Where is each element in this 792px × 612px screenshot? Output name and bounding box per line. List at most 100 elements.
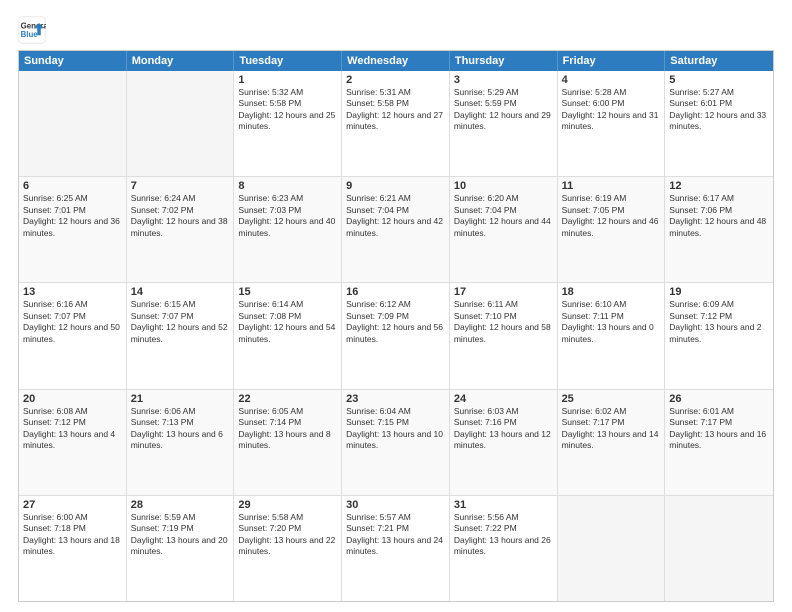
day-number: 11	[562, 180, 661, 192]
cell-info: Sunrise: 5:28 AM Sunset: 6:00 PM Dayligh…	[562, 87, 661, 133]
day-cell-23: 23Sunrise: 6:04 AM Sunset: 7:15 PM Dayli…	[342, 390, 450, 495]
day-cell-11: 11Sunrise: 6:19 AM Sunset: 7:05 PM Dayli…	[558, 177, 666, 282]
cell-info: Sunrise: 6:16 AM Sunset: 7:07 PM Dayligh…	[23, 299, 122, 345]
cell-info: Sunrise: 6:00 AM Sunset: 7:18 PM Dayligh…	[23, 512, 122, 558]
calendar-row-2: 13Sunrise: 6:16 AM Sunset: 7:07 PM Dayli…	[19, 282, 773, 388]
cell-info: Sunrise: 6:24 AM Sunset: 7:02 PM Dayligh…	[131, 193, 230, 239]
cell-info: Sunrise: 6:11 AM Sunset: 7:10 PM Dayligh…	[454, 299, 553, 345]
day-number: 18	[562, 286, 661, 298]
day-number: 13	[23, 286, 122, 298]
day-cell-4: 4Sunrise: 5:28 AM Sunset: 6:00 PM Daylig…	[558, 71, 666, 176]
day-number: 12	[669, 180, 769, 192]
cell-info: Sunrise: 6:17 AM Sunset: 7:06 PM Dayligh…	[669, 193, 769, 239]
cell-info: Sunrise: 5:57 AM Sunset: 7:21 PM Dayligh…	[346, 512, 445, 558]
cell-info: Sunrise: 5:32 AM Sunset: 5:58 PM Dayligh…	[238, 87, 337, 133]
cell-info: Sunrise: 6:20 AM Sunset: 7:04 PM Dayligh…	[454, 193, 553, 239]
day-number: 5	[669, 74, 769, 86]
cell-info: Sunrise: 6:14 AM Sunset: 7:08 PM Dayligh…	[238, 299, 337, 345]
day-cell-6: 6Sunrise: 6:25 AM Sunset: 7:01 PM Daylig…	[19, 177, 127, 282]
cell-info: Sunrise: 6:03 AM Sunset: 7:16 PM Dayligh…	[454, 406, 553, 452]
day-cell-3: 3Sunrise: 5:29 AM Sunset: 5:59 PM Daylig…	[450, 71, 558, 176]
page: General Blue SundayMondayTuesdayWednesda…	[0, 0, 792, 612]
day-number: 14	[131, 286, 230, 298]
day-number: 19	[669, 286, 769, 298]
header-friday: Friday	[558, 51, 666, 71]
day-cell-21: 21Sunrise: 6:06 AM Sunset: 7:13 PM Dayli…	[127, 390, 235, 495]
day-cell-19: 19Sunrise: 6:09 AM Sunset: 7:12 PM Dayli…	[665, 283, 773, 388]
day-cell-5: 5Sunrise: 5:27 AM Sunset: 6:01 PM Daylig…	[665, 71, 773, 176]
day-number: 8	[238, 180, 337, 192]
cell-info: Sunrise: 6:02 AM Sunset: 7:17 PM Dayligh…	[562, 406, 661, 452]
empty-cell	[558, 496, 666, 601]
calendar-row-0: 1Sunrise: 5:32 AM Sunset: 5:58 PM Daylig…	[19, 71, 773, 176]
day-cell-30: 30Sunrise: 5:57 AM Sunset: 7:21 PM Dayli…	[342, 496, 450, 601]
day-cell-18: 18Sunrise: 6:10 AM Sunset: 7:11 PM Dayli…	[558, 283, 666, 388]
cell-info: Sunrise: 6:21 AM Sunset: 7:04 PM Dayligh…	[346, 193, 445, 239]
day-number: 24	[454, 393, 553, 405]
day-cell-22: 22Sunrise: 6:05 AM Sunset: 7:14 PM Dayli…	[234, 390, 342, 495]
day-number: 3	[454, 74, 553, 86]
day-number: 22	[238, 393, 337, 405]
header-monday: Monday	[127, 51, 235, 71]
calendar-row-1: 6Sunrise: 6:25 AM Sunset: 7:01 PM Daylig…	[19, 176, 773, 282]
day-cell-24: 24Sunrise: 6:03 AM Sunset: 7:16 PM Dayli…	[450, 390, 558, 495]
header-tuesday: Tuesday	[234, 51, 342, 71]
day-cell-10: 10Sunrise: 6:20 AM Sunset: 7:04 PM Dayli…	[450, 177, 558, 282]
calendar-row-3: 20Sunrise: 6:08 AM Sunset: 7:12 PM Dayli…	[19, 389, 773, 495]
day-cell-13: 13Sunrise: 6:16 AM Sunset: 7:07 PM Dayli…	[19, 283, 127, 388]
day-number: 29	[238, 499, 337, 511]
header-thursday: Thursday	[450, 51, 558, 71]
calendar-row-4: 27Sunrise: 6:00 AM Sunset: 7:18 PM Dayli…	[19, 495, 773, 601]
cell-info: Sunrise: 6:10 AM Sunset: 7:11 PM Dayligh…	[562, 299, 661, 345]
day-cell-31: 31Sunrise: 5:56 AM Sunset: 7:22 PM Dayli…	[450, 496, 558, 601]
cell-info: Sunrise: 6:25 AM Sunset: 7:01 PM Dayligh…	[23, 193, 122, 239]
day-cell-7: 7Sunrise: 6:24 AM Sunset: 7:02 PM Daylig…	[127, 177, 235, 282]
day-cell-12: 12Sunrise: 6:17 AM Sunset: 7:06 PM Dayli…	[665, 177, 773, 282]
day-number: 2	[346, 74, 445, 86]
empty-cell	[19, 71, 127, 176]
calendar-header: SundayMondayTuesdayWednesdayThursdayFrid…	[19, 51, 773, 71]
day-cell-17: 17Sunrise: 6:11 AM Sunset: 7:10 PM Dayli…	[450, 283, 558, 388]
day-number: 23	[346, 393, 445, 405]
day-number: 16	[346, 286, 445, 298]
logo: General Blue	[18, 16, 46, 44]
day-cell-9: 9Sunrise: 6:21 AM Sunset: 7:04 PM Daylig…	[342, 177, 450, 282]
day-number: 20	[23, 393, 122, 405]
day-number: 7	[131, 180, 230, 192]
day-cell-27: 27Sunrise: 6:00 AM Sunset: 7:18 PM Dayli…	[19, 496, 127, 601]
day-cell-15: 15Sunrise: 6:14 AM Sunset: 7:08 PM Dayli…	[234, 283, 342, 388]
cell-info: Sunrise: 6:08 AM Sunset: 7:12 PM Dayligh…	[23, 406, 122, 452]
svg-text:Blue: Blue	[21, 30, 39, 39]
svg-text:General: General	[21, 21, 46, 30]
day-cell-28: 28Sunrise: 5:59 AM Sunset: 7:19 PM Dayli…	[127, 496, 235, 601]
day-number: 28	[131, 499, 230, 511]
empty-cell	[665, 496, 773, 601]
cell-info: Sunrise: 6:05 AM Sunset: 7:14 PM Dayligh…	[238, 406, 337, 452]
day-cell-1: 1Sunrise: 5:32 AM Sunset: 5:58 PM Daylig…	[234, 71, 342, 176]
empty-cell	[127, 71, 235, 176]
cell-info: Sunrise: 6:19 AM Sunset: 7:05 PM Dayligh…	[562, 193, 661, 239]
day-cell-25: 25Sunrise: 6:02 AM Sunset: 7:17 PM Dayli…	[558, 390, 666, 495]
cell-info: Sunrise: 6:01 AM Sunset: 7:17 PM Dayligh…	[669, 406, 769, 452]
calendar: SundayMondayTuesdayWednesdayThursdayFrid…	[18, 50, 774, 602]
day-cell-20: 20Sunrise: 6:08 AM Sunset: 7:12 PM Dayli…	[19, 390, 127, 495]
header-saturday: Saturday	[665, 51, 773, 71]
cell-info: Sunrise: 5:27 AM Sunset: 6:01 PM Dayligh…	[669, 87, 769, 133]
day-number: 26	[669, 393, 769, 405]
day-number: 6	[23, 180, 122, 192]
day-number: 15	[238, 286, 337, 298]
day-number: 25	[562, 393, 661, 405]
day-number: 30	[346, 499, 445, 511]
day-number: 4	[562, 74, 661, 86]
cell-info: Sunrise: 6:09 AM Sunset: 7:12 PM Dayligh…	[669, 299, 769, 345]
cell-info: Sunrise: 5:56 AM Sunset: 7:22 PM Dayligh…	[454, 512, 553, 558]
day-cell-14: 14Sunrise: 6:15 AM Sunset: 7:07 PM Dayli…	[127, 283, 235, 388]
calendar-body: 1Sunrise: 5:32 AM Sunset: 5:58 PM Daylig…	[19, 71, 773, 601]
cell-info: Sunrise: 5:58 AM Sunset: 7:20 PM Dayligh…	[238, 512, 337, 558]
header-sunday: Sunday	[19, 51, 127, 71]
day-number: 21	[131, 393, 230, 405]
cell-info: Sunrise: 6:15 AM Sunset: 7:07 PM Dayligh…	[131, 299, 230, 345]
day-number: 17	[454, 286, 553, 298]
header-wednesday: Wednesday	[342, 51, 450, 71]
logo-icon: General Blue	[18, 16, 46, 44]
